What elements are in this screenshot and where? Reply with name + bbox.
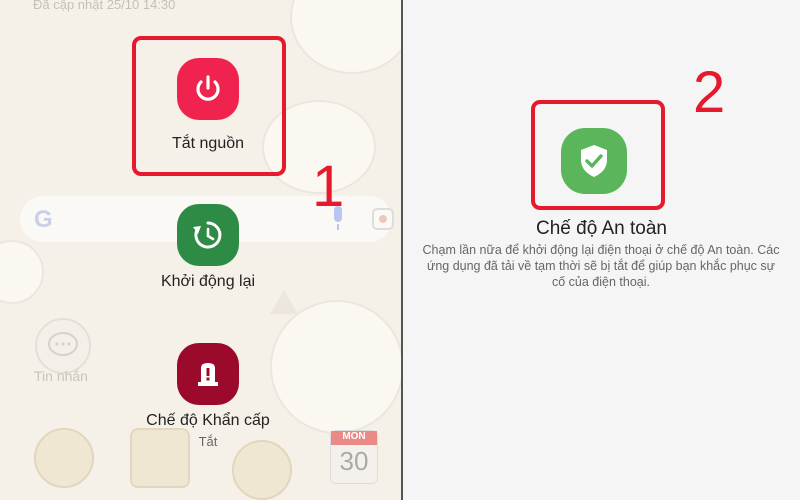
safe-mode-title: Chế độ An toàn [536, 218, 667, 239]
emergency-mode-label: Chế độ Khẩn cấp [146, 412, 270, 429]
step1-number: 1 [312, 154, 345, 219]
restart-button[interactable] [177, 204, 239, 266]
messages-app-label: Tin nhắn [34, 368, 88, 384]
messages-app-icon[interactable] [35, 318, 91, 374]
restart-icon [193, 221, 222, 249]
step1-highlight-box [132, 36, 286, 176]
step2-highlight-box [531, 100, 665, 210]
lens-icon[interactable] [372, 208, 394, 230]
calendar-app-icon[interactable]: MON 30 [330, 430, 378, 484]
calendar-month: MON [331, 431, 377, 445]
update-status-text: Đã cập nhật 25/10 14:30 [33, 0, 176, 12]
wallpaper-cat [290, 0, 401, 74]
google-logo-icon: G [34, 206, 53, 233]
power-menu-screen: Đã cập nhật 25/10 14:30 G Tin nhắn MON 3… [0, 0, 401, 500]
emergency-mode-button[interactable] [177, 343, 239, 405]
safe-mode-description: Chạm lần nữa để khởi động lại điện thoại… [422, 243, 780, 289]
restart-label: Khởi động lại [160, 273, 256, 290]
internet-app-icon[interactable] [232, 440, 292, 500]
safe-mode-screen: Chế độ An toàn Chạm lần nữa để khởi động… [403, 0, 800, 500]
clock-app-icon[interactable] [34, 428, 94, 488]
wallpaper-cat-ear [270, 290, 298, 314]
wallpaper-decoration [0, 240, 44, 304]
microphone-stem [337, 224, 339, 230]
emergency-icon [198, 363, 218, 386]
calendar-day: 30 [339, 446, 369, 476]
emergency-mode-status: Tắt [198, 434, 218, 449]
step2-number: 2 [693, 60, 726, 125]
